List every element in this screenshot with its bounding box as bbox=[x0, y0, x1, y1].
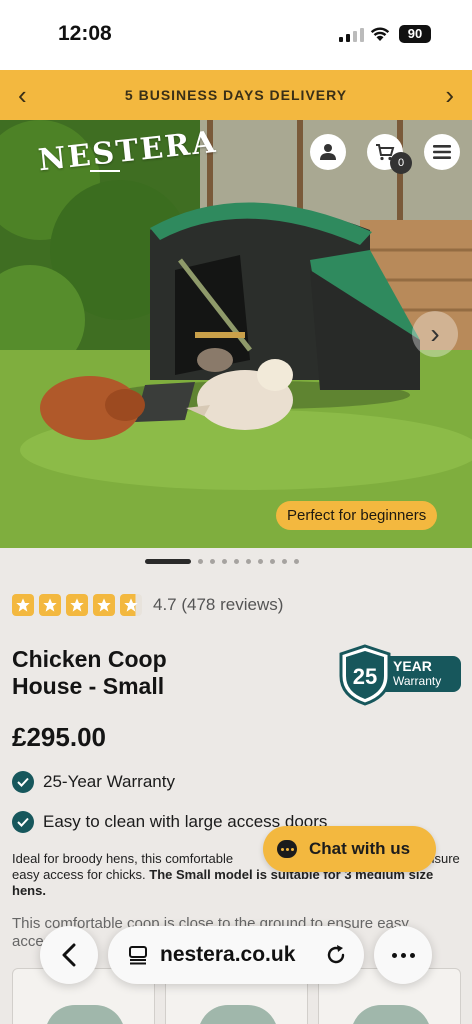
chevron-left-icon[interactable]: ‹ bbox=[18, 80, 27, 110]
browser-back-button[interactable] bbox=[40, 926, 98, 984]
check-icon bbox=[12, 771, 34, 793]
feature-item: 25-Year Warranty bbox=[12, 771, 175, 793]
delivery-banner: ‹ 5 BUSINESS DAYS DELIVERY › bbox=[0, 70, 472, 120]
menu-button[interactable] bbox=[424, 134, 460, 170]
status-time: 12:08 bbox=[58, 22, 112, 45]
address-bar[interactable]: nestera.co.uk bbox=[108, 926, 364, 984]
chat-button[interactable]: Chat with us bbox=[263, 826, 436, 872]
menu-icon bbox=[433, 145, 451, 159]
url-text[interactable]: nestera.co.uk bbox=[160, 943, 295, 967]
product-title-line2: House - Small bbox=[12, 673, 165, 699]
warranty-number: 25 bbox=[353, 664, 377, 689]
banner-text: 5 BUSINESS DAYS DELIVERY bbox=[124, 87, 348, 103]
carousel-dot[interactable] bbox=[282, 559, 287, 564]
carousel-dot[interactable] bbox=[222, 559, 227, 564]
carousel-dot[interactable] bbox=[294, 559, 299, 564]
carousel-dot[interactable] bbox=[234, 559, 239, 564]
carousel-dot[interactable] bbox=[246, 559, 251, 564]
warranty-badge-line1: YEAR bbox=[393, 658, 432, 674]
star-icon bbox=[39, 594, 61, 616]
cart-count-badge: 0 bbox=[390, 152, 412, 174]
feature-text: 25-Year Warranty bbox=[43, 772, 175, 791]
more-icon bbox=[391, 952, 397, 958]
star-icon bbox=[66, 594, 88, 616]
chevron-right-icon[interactable]: › bbox=[445, 80, 454, 110]
logo-underline bbox=[90, 170, 120, 172]
star-icon bbox=[12, 594, 34, 616]
coop-photo bbox=[0, 120, 472, 548]
product-title: Chicken Coop House - Small bbox=[12, 646, 242, 700]
warranty-badge-line2: Warranty bbox=[393, 674, 442, 688]
chevron-right-icon: › bbox=[430, 318, 440, 349]
star-partial-icon bbox=[120, 594, 142, 616]
battery-indicator: 90 bbox=[399, 25, 431, 43]
carousel-dot-active[interactable] bbox=[145, 559, 191, 564]
rating-row[interactable]: 4.7 (478 reviews) bbox=[12, 594, 283, 616]
more-button[interactable] bbox=[374, 926, 432, 984]
wifi-icon bbox=[370, 27, 390, 41]
product-hero-image[interactable]: NESTERA 0 › Perfect for beginners bbox=[0, 120, 472, 548]
chat-label: Chat with us bbox=[309, 839, 411, 858]
rating-text[interactable]: 4.7 (478 reviews) bbox=[153, 595, 283, 615]
reload-icon[interactable] bbox=[324, 943, 348, 967]
check-icon bbox=[12, 811, 34, 833]
cellular-signal-icon bbox=[339, 28, 364, 42]
user-icon bbox=[320, 144, 336, 160]
tabs-icon[interactable] bbox=[128, 945, 148, 965]
carousel-dot[interactable] bbox=[270, 559, 275, 564]
description-text: Ideal for broody hens, this comfortable bbox=[12, 851, 237, 866]
product-price: £295.00 bbox=[12, 722, 106, 752]
shield-icon: 25 bbox=[339, 644, 391, 706]
beginner-pill: Perfect for beginners bbox=[276, 501, 438, 530]
next-slide-button[interactable]: › bbox=[412, 311, 458, 357]
carousel-dot[interactable] bbox=[198, 559, 203, 564]
chat-bubble-icon bbox=[277, 840, 297, 858]
carousel-dots[interactable] bbox=[145, 559, 299, 564]
chevron-left-icon bbox=[62, 943, 76, 967]
carousel-dot[interactable] bbox=[258, 559, 263, 564]
carousel-dot[interactable] bbox=[210, 559, 215, 564]
product-title-line1: Chicken Coop bbox=[12, 646, 167, 672]
status-bar: 12:08 90 bbox=[0, 0, 472, 70]
account-button[interactable] bbox=[310, 134, 346, 170]
star-icon bbox=[93, 594, 115, 616]
